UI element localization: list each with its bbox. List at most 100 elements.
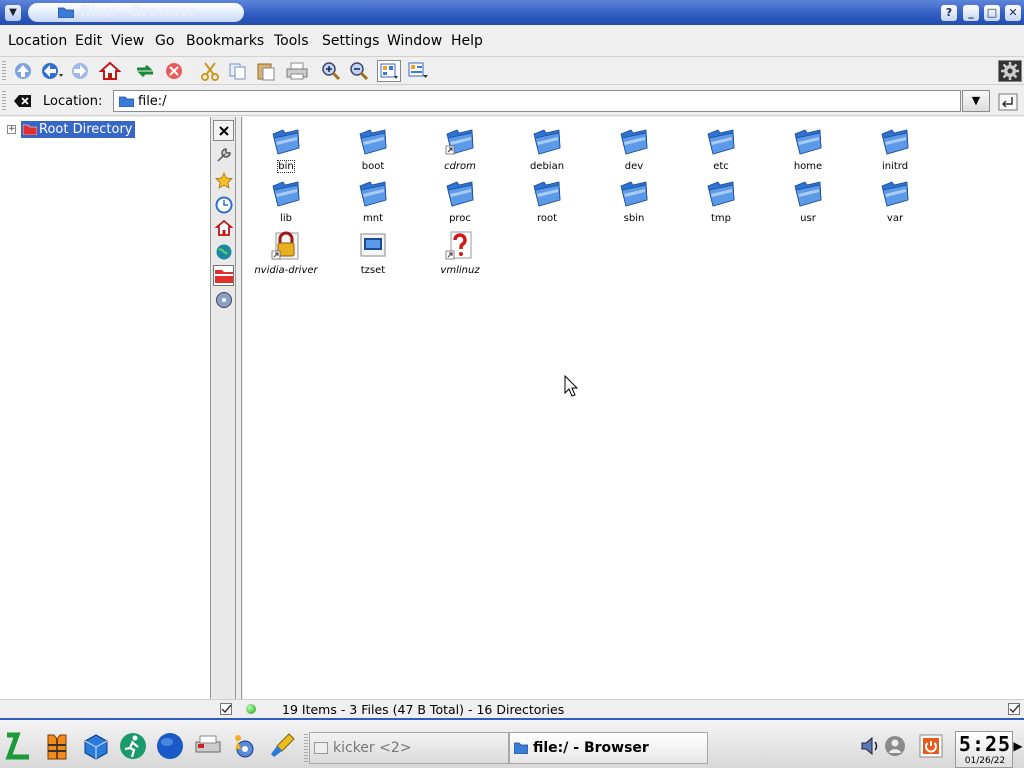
menu-help[interactable]: Help <box>451 33 483 49</box>
file-item[interactable]: proc <box>417 173 503 225</box>
lifejacket-icon[interactable] <box>41 730 73 762</box>
globe-icon[interactable] <box>154 730 186 762</box>
paste-icon[interactable] <box>254 60 278 82</box>
sidebar-close-button[interactable] <box>213 120 234 141</box>
file-item[interactable]: tmp <box>678 173 764 225</box>
menu-location[interactable]: Location <box>8 33 67 49</box>
file-item[interactable]: lib <box>243 173 329 225</box>
cut-icon[interactable] <box>198 60 222 82</box>
file-item[interactable]: initrd <box>852 121 938 173</box>
tree-expander[interactable]: + <box>7 124 16 134</box>
sidebar-bookmarks-button[interactable] <box>213 170 234 191</box>
menubar: Location Edit View Go Bookmarks Tools Se… <box>0 25 1024 57</box>
printer-icon[interactable] <box>191 730 223 762</box>
window-titlebar[interactable]: ▼ file:/ - Browser ? _ □ ✕ <box>0 0 1024 25</box>
menu-tools[interactable]: Tools <box>274 33 309 49</box>
file-item[interactable]: vmlinuz <box>417 225 503 277</box>
menu-bookmarks[interactable]: Bookmarks <box>186 33 264 49</box>
file-item[interactable]: cdrom <box>417 121 503 173</box>
print-icon[interactable] <box>285 60 309 82</box>
file-item[interactable]: usr <box>765 173 851 225</box>
menu-window[interactable]: Window <box>387 33 442 49</box>
kde-gear-icon[interactable] <box>228 730 260 762</box>
tree-node-root[interactable]: + Root Directory <box>7 120 135 138</box>
menu-settings[interactable]: Settings <box>322 33 379 49</box>
cube-icon[interactable] <box>80 730 112 762</box>
volume-icon[interactable] <box>857 730 883 762</box>
user-icon[interactable] <box>882 730 908 762</box>
file-item[interactable]: mnt <box>330 173 416 225</box>
toolbar-grip[interactable] <box>2 61 6 81</box>
file-item[interactable]: home <box>765 121 851 173</box>
file-item[interactable]: var <box>852 173 938 225</box>
folder-icon <box>272 181 300 207</box>
file-item[interactable]: bin <box>243 121 329 173</box>
location-toolbar-grip[interactable] <box>2 91 6 111</box>
file-item[interactable]: debian <box>504 121 590 173</box>
power-icon[interactable] <box>917 730 945 762</box>
file-item[interactable]: boot <box>330 121 416 173</box>
menu-view[interactable]: View <box>111 33 144 49</box>
folder-icon <box>359 129 387 155</box>
task-browser[interactable]: file:/ - Browser <box>509 732 708 764</box>
file-item[interactable]: sbin <box>591 173 677 225</box>
file-name-text: home <box>793 161 823 172</box>
file-name: tzset <box>330 265 416 276</box>
file-name-text: mnt <box>363 213 383 224</box>
zoom-in-icon[interactable] <box>319 60 343 82</box>
sidebar-services-button[interactable] <box>213 144 234 165</box>
tree-node-root-selected[interactable]: Root Directory <box>21 120 135 138</box>
history-clock-icon <box>215 196 232 213</box>
reload-icon[interactable] <box>133 60 157 82</box>
detail-view-icon[interactable] <box>406 60 430 82</box>
runner-icon[interactable] <box>117 730 149 762</box>
kmenu-icon[interactable] <box>2 730 34 762</box>
menu-edit[interactable]: Edit <box>75 33 102 49</box>
link-view-checkbox-icon[interactable] <box>220 703 232 715</box>
sidebar-network-button[interactable] <box>213 241 234 262</box>
back-icon[interactable] <box>40 60 64 82</box>
taskbar-grip[interactable] <box>304 734 308 764</box>
task-label: kicker <2> <box>333 740 412 756</box>
stop-icon[interactable] <box>162 60 186 82</box>
forward-icon[interactable] <box>68 60 92 82</box>
file-name-text: boot <box>361 161 385 172</box>
file-name-text: usr <box>800 213 816 224</box>
sidebar-media-button[interactable] <box>213 289 234 310</box>
copy-icon[interactable] <box>226 60 250 82</box>
location-input[interactable]: file:/ <box>113 90 961 112</box>
file-item[interactable]: tzset <box>330 225 416 277</box>
navigation-tree[interactable]: + Root Directory <box>0 117 211 699</box>
go-icon[interactable] <box>998 93 1018 111</box>
file-name: bin <box>243 160 329 173</box>
link-view-checkbox-icon[interactable] <box>1008 703 1020 715</box>
sidebar-root-button[interactable] <box>213 265 234 286</box>
file-item[interactable]: nvidia-driver <box>243 225 329 277</box>
services-icon <box>216 147 231 162</box>
help-button[interactable]: ? <box>941 5 957 21</box>
panel-hide-arrow-icon[interactable]: ▶ <box>1012 730 1024 762</box>
zoom-out-icon[interactable] <box>347 60 371 82</box>
sidebar-history-button[interactable] <box>213 194 234 215</box>
task-kicker[interactable]: kicker <2> <box>309 732 509 764</box>
sidebar-home-button[interactable] <box>213 217 234 238</box>
file-item[interactable]: etc <box>678 121 764 173</box>
location-dropdown-button[interactable]: ▼ <box>962 90 990 112</box>
file-name-text: etc <box>713 161 729 172</box>
window-menu-button[interactable]: ▼ <box>5 5 21 21</box>
menu-go[interactable]: Go <box>155 33 174 49</box>
pane-splitter[interactable] <box>236 117 242 699</box>
icon-view-icon[interactable] <box>377 60 401 82</box>
maximize-button[interactable]: □ <box>984 5 1000 21</box>
clear-location-icon[interactable] <box>14 93 32 109</box>
minimize-button[interactable]: _ <box>963 5 979 21</box>
close-button[interactable]: ✕ <box>1005 5 1021 21</box>
up-icon[interactable] <box>11 60 35 82</box>
throbber-gear-icon <box>998 60 1022 82</box>
paint-icon[interactable] <box>266 730 298 762</box>
file-item[interactable]: root <box>504 173 590 225</box>
clock[interactable]: 5:25 01/26/22 <box>955 731 1013 768</box>
home-icon[interactable] <box>98 60 122 82</box>
file-item[interactable]: dev <box>591 121 677 173</box>
file-icon-view[interactable]: bin boot cdrom debian dev etc home initrd lib mnt… <box>243 117 1024 699</box>
